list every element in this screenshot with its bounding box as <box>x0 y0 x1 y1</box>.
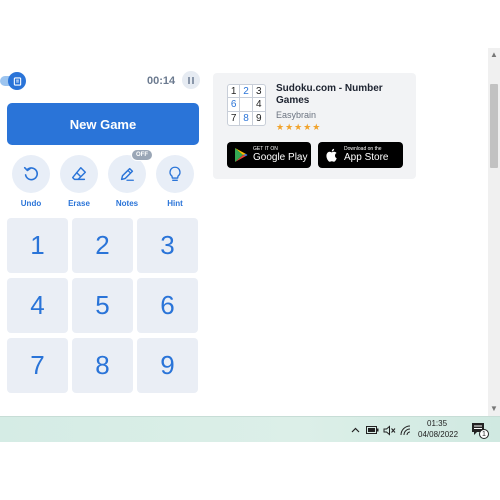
scroll-down-arrow-icon[interactable]: ▼ <box>488 404 500 414</box>
vertical-scrollbar[interactable]: ▲ ▼ <box>488 48 500 416</box>
numpad-key-8[interactable]: 8 <box>72 338 133 393</box>
speaker-muted-icon[interactable] <box>382 423 396 437</box>
scroll-up-arrow-icon[interactable]: ▲ <box>488 50 500 60</box>
numpad-key-4[interactable]: 4 <box>7 278 68 333</box>
hint-tool[interactable]: Hint <box>156 155 196 213</box>
lightbulb-icon <box>169 166 181 181</box>
logo-cell: 1 <box>228 85 241 99</box>
logo-cell: 6 <box>228 98 241 112</box>
logo-cell: 2 <box>240 85 253 99</box>
scrollbar-thumb[interactable] <box>490 84 498 168</box>
notification-center-button[interactable]: 1 <box>471 422 489 439</box>
erase-label: Erase <box>68 199 90 208</box>
taskbar-date[interactable]: 04/08/2022 <box>418 430 458 439</box>
erase-tool[interactable]: Erase <box>60 155 100 213</box>
wifi-icon[interactable] <box>398 423 412 437</box>
logo-cell: 7 <box>228 111 241 125</box>
screen: 00:14 New Game Undo Erase OFF Notes Hint… <box>0 0 500 500</box>
browser-viewport: 00:14 New Game Undo Erase OFF Notes Hint… <box>0 48 488 416</box>
eraser-icon <box>71 166 87 181</box>
notebook-icon <box>8 72 26 90</box>
hint-button[interactable] <box>156 155 194 193</box>
sudoku-app-logo: 1 2 3 6 4 7 8 9 <box>227 84 266 126</box>
logo-cell: 3 <box>252 85 265 99</box>
promo-app-title[interactable]: Sudoku.com - Number Games <box>276 83 406 107</box>
new-game-button[interactable]: New Game <box>7 103 199 145</box>
undo-tool[interactable]: Undo <box>12 155 52 213</box>
mode-toggle[interactable] <box>0 72 26 90</box>
promo-developer: Easybrain <box>276 110 317 120</box>
undo-button[interactable] <box>12 155 50 193</box>
google-play-badge[interactable]: GET IT ON Google Play <box>227 142 311 168</box>
taskbar-time[interactable]: 01:35 <box>427 419 447 428</box>
battery-icon[interactable] <box>365 423 379 437</box>
notification-count-badge: 1 <box>479 429 489 439</box>
numpad-key-7[interactable]: 7 <box>7 338 68 393</box>
logo-cell <box>240 98 253 112</box>
app-promo-card: 1 2 3 6 4 7 8 9 Sudoku.com - Number Game… <box>213 73 416 179</box>
pause-icon-bar <box>192 76 194 84</box>
undo-label: Undo <box>20 199 42 208</box>
pause-icon <box>188 76 190 84</box>
google-play-icon <box>235 148 248 162</box>
logo-cell: 9 <box>256 112 262 124</box>
erase-button[interactable] <box>60 155 98 193</box>
numpad-key-5[interactable]: 5 <box>72 278 133 333</box>
app-store-name: App Store <box>344 152 389 163</box>
logo-cell: 8 <box>240 111 253 125</box>
pause-button[interactable] <box>182 71 200 89</box>
game-timer: 00:14 <box>147 75 176 87</box>
app-store-badge[interactable]: Download on the App Store <box>318 142 403 168</box>
logo-cell: 4 <box>252 98 265 112</box>
hint-label: Hint <box>167 199 183 208</box>
chevron-up-icon[interactable] <box>349 423 361 437</box>
google-play-name: Google Play <box>253 152 308 163</box>
numpad-key-1[interactable]: 1 <box>7 218 68 273</box>
windows-taskbar: 01:35 04/08/2022 1 <box>0 416 500 442</box>
notes-tool[interactable]: OFF Notes <box>108 149 153 213</box>
notes-status-badge: OFF <box>131 149 153 161</box>
numpad-key-2[interactable]: 2 <box>72 218 133 273</box>
numpad-key-3[interactable]: 3 <box>137 218 198 273</box>
undo-icon <box>23 166 38 181</box>
number-pad: 1 2 3 4 5 6 7 8 9 <box>7 218 199 393</box>
numpad-key-6[interactable]: 6 <box>137 278 198 333</box>
apple-icon <box>326 148 337 162</box>
notes-label: Notes <box>115 199 139 208</box>
numpad-key-9[interactable]: 9 <box>137 338 198 393</box>
star-rating: ★★★★★ <box>276 122 321 133</box>
pencil-icon <box>120 167 134 181</box>
rating-stars: ★★★★★ <box>276 122 322 132</box>
